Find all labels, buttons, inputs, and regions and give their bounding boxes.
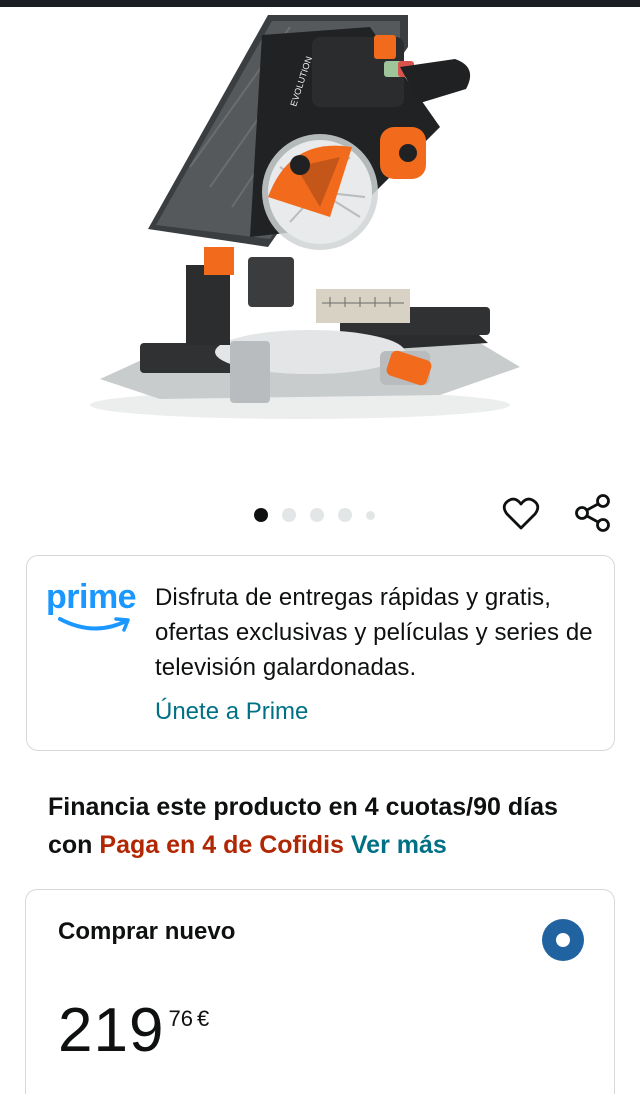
price: 219 76 € bbox=[58, 996, 209, 1066]
buy-new-radio[interactable] bbox=[542, 919, 584, 961]
heart-icon[interactable] bbox=[502, 495, 540, 533]
share-icon[interactable] bbox=[574, 493, 612, 533]
buy-new-title: Comprar nuevo bbox=[58, 918, 236, 945]
carousel-dot-3[interactable] bbox=[310, 508, 324, 522]
carousel-dot-5[interactable] bbox=[366, 510, 375, 520]
financing-provider-link[interactable]: Paga en 4 de Cofidis bbox=[99, 831, 344, 859]
prime-logo-text: prime bbox=[46, 578, 137, 616]
product-image[interactable]: EVOLUTION bbox=[0, 7, 640, 457]
price-currency: € bbox=[196, 1006, 210, 1031]
prime-description: Disfruta de entregas rápidas y gratis, o… bbox=[155, 584, 593, 681]
carousel-dot-1[interactable] bbox=[254, 508, 268, 522]
join-prime-link[interactable]: Únete a Prime bbox=[155, 694, 308, 729]
see-more-link[interactable]: Ver más bbox=[351, 831, 447, 859]
financing-info: Financia este producto en 4 cuotas/90 dí… bbox=[48, 788, 608, 864]
prime-logo: prime bbox=[46, 577, 142, 637]
price-whole: 219 bbox=[58, 996, 165, 1065]
carousel-dot-2[interactable] bbox=[282, 508, 296, 522]
miter-saw-illustration: EVOLUTION bbox=[90, 15, 520, 419]
carousel-dot-4[interactable] bbox=[338, 508, 352, 522]
prime-smile-icon bbox=[58, 617, 130, 632]
price-fraction: 76 bbox=[168, 1006, 193, 1031]
image-carousel-dots bbox=[254, 506, 375, 524]
buy-new-card[interactable]: Comprar nuevo 219 76 € bbox=[25, 889, 615, 1094]
status-bar bbox=[0, 0, 640, 7]
prime-promo-card: prime Disfruta de entregas rápidas y gra… bbox=[26, 555, 615, 751]
